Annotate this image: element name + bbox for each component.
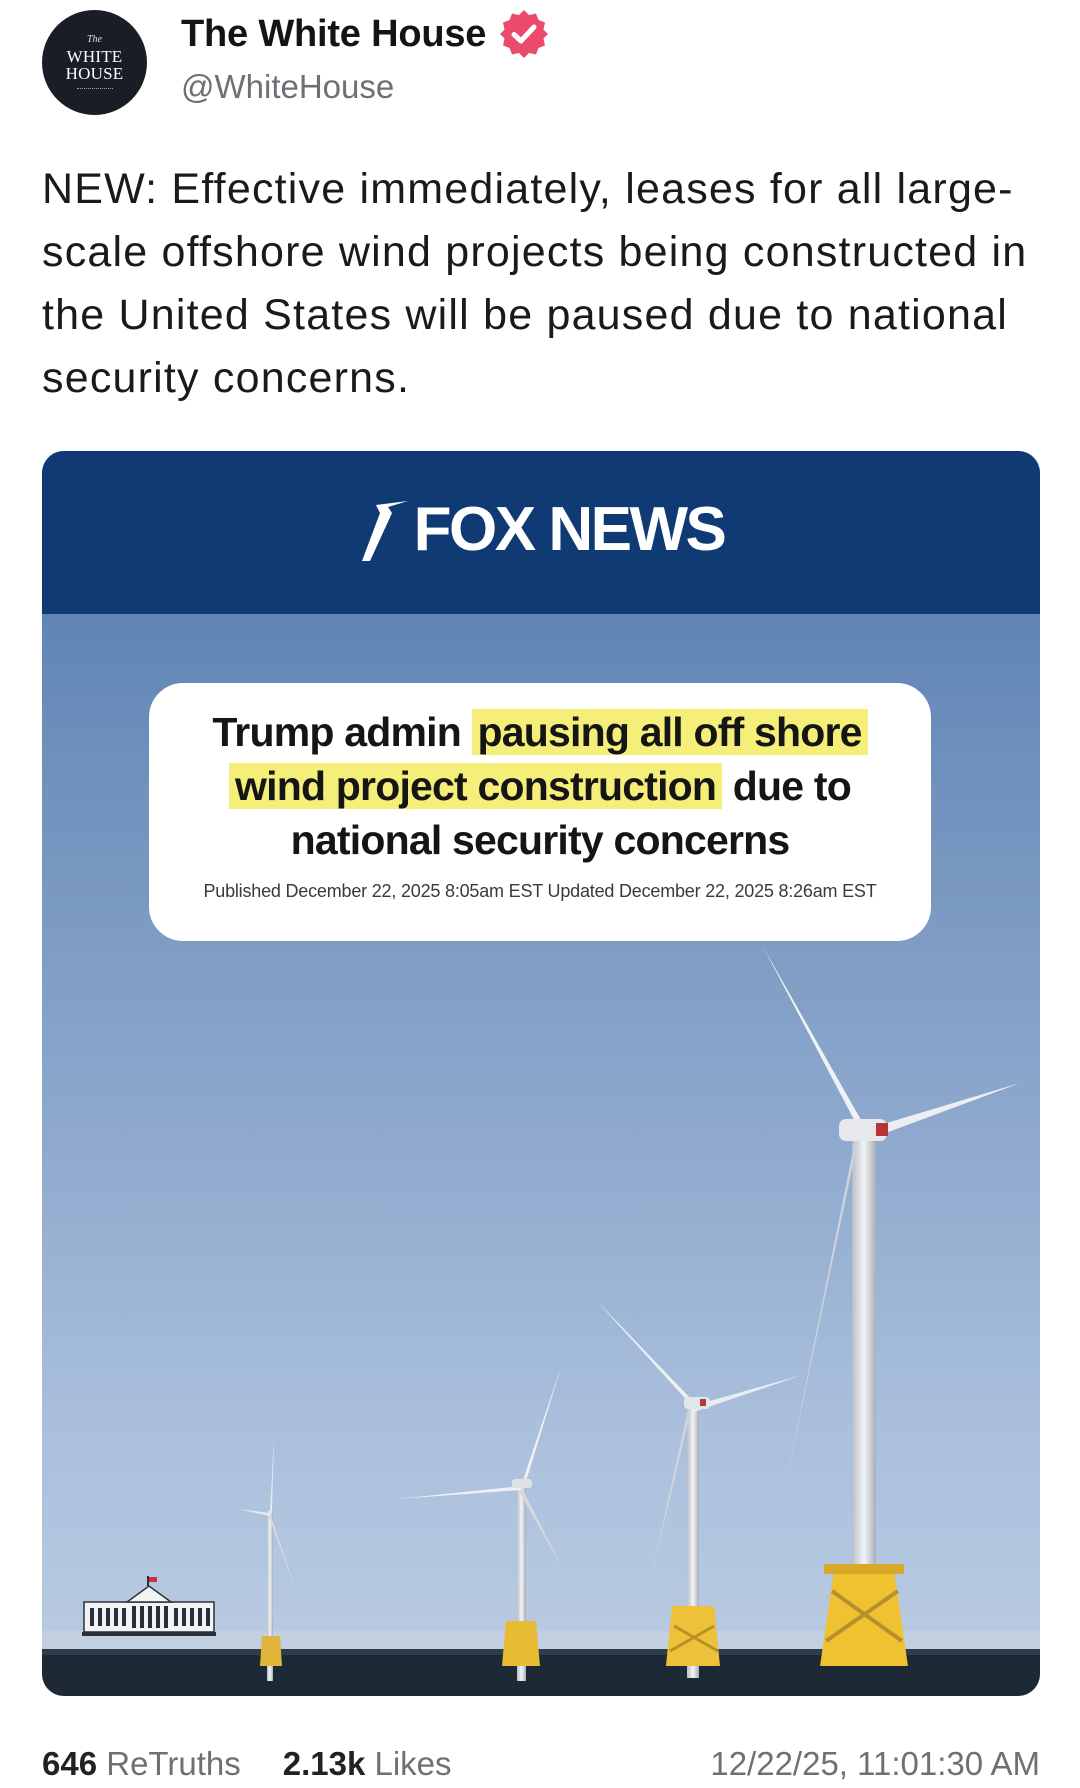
retruths-label: ReTruths — [106, 1745, 241, 1782]
retruths-stat[interactable]: 646 ReTruths — [42, 1745, 241, 1783]
likes-count: 2.13k — [282, 1745, 366, 1782]
headline-text: Trump admin pausing all off shore wind p… — [149, 705, 931, 867]
avatar[interactable]: The WHITE HOUSE — [42, 10, 147, 115]
retruths-count: 646 — [42, 1745, 98, 1782]
turbine-3 — [595, 1299, 802, 1678]
display-name-row: The White House — [181, 8, 550, 60]
verified-badge-icon — [500, 10, 549, 58]
fox-news-wordmark: FOX NEWS — [413, 495, 727, 564]
turbine-4 — [762, 945, 1020, 1666]
avatar-line-white: WHITE — [66, 46, 123, 66]
headline-part-2: due to — [722, 763, 852, 809]
headline-highlight-1: pausing all off shore — [471, 709, 868, 755]
avatar-line-house: HOUSE — [65, 63, 124, 83]
display-name[interactable]: The White House — [181, 13, 486, 56]
fox-news-logo: FOX NEWS — [358, 494, 727, 565]
published-date: Published December 22, 2025 8:05am EST U… — [203, 881, 877, 901]
headline-card: Trump admin pausing all off shore wind p… — [149, 683, 931, 941]
fox-news-banner: FOX NEWS — [42, 451, 1040, 614]
post-container: The WHITE HOUSE The White House @WhiteHo… — [0, 0, 1080, 1788]
headline-highlight-2: wind project construction — [229, 763, 723, 809]
headline-part-1: Trump admin — [212, 709, 472, 755]
avatar-line-the: The — [87, 33, 102, 45]
headline-part-3: national security concerns — [290, 817, 791, 863]
user-handle[interactable]: @WhiteHouse — [181, 68, 394, 106]
post-media-image[interactable]: FOX NEWS Trump admin pausing all off sho… — [42, 451, 1040, 1696]
post-text: NEW: Effective immediately, leases for a… — [42, 165, 1028, 402]
engagement-stats: 646 ReTruths 2.13k Likes — [42, 1745, 452, 1783]
wind-turbines-photo — [42, 945, 1040, 1696]
avatar-decoration — [76, 87, 113, 91]
post-timestamp[interactable]: 12/22/25, 11:01:30 AM — [710, 1745, 1040, 1783]
fox-slash-icon — [361, 500, 408, 561]
likes-stat[interactable]: 2.13k Likes — [283, 1745, 452, 1783]
likes-label: Likes — [374, 1745, 452, 1782]
white-house-icon — [82, 1576, 216, 1636]
